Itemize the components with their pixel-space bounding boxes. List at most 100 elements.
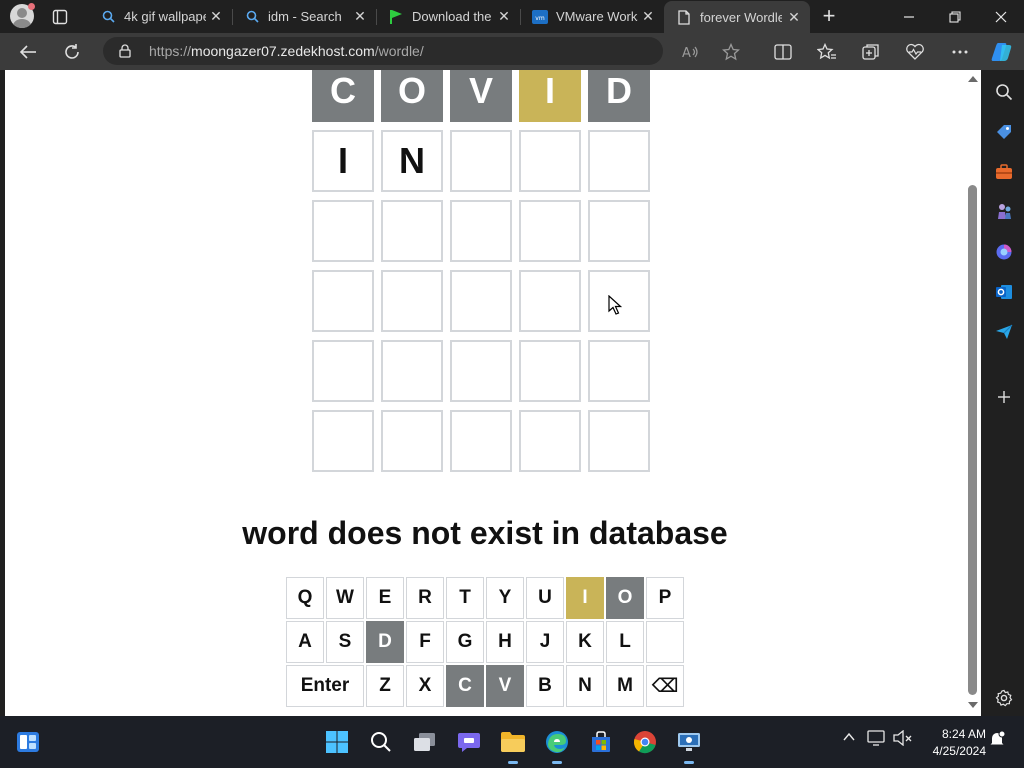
tab-forever-wordle[interactable]: forever Wordle ✕ (664, 1, 810, 34)
browser-essentials-button[interactable] (902, 39, 928, 65)
vmware-icon: vm (532, 9, 548, 25)
remote-app-button[interactable] (675, 728, 703, 764)
split-screen-icon (774, 44, 792, 60)
volume-button[interactable] (893, 729, 913, 749)
file-explorer-button[interactable] (499, 728, 527, 764)
tab-download[interactable]: Download the ✕ (376, 0, 520, 33)
lock-icon[interactable] (119, 44, 131, 63)
network-status-button[interactable] (867, 730, 887, 749)
key-q[interactable]: Q (286, 577, 324, 619)
key-e[interactable]: E (366, 577, 404, 619)
key-j[interactable]: J (526, 621, 564, 663)
sidebar-drop-button[interactable] (992, 320, 1016, 344)
key-w[interactable]: W (326, 577, 364, 619)
board-tile (519, 270, 581, 332)
tab-close-icon[interactable]: ✕ (786, 9, 802, 25)
key-h[interactable]: H (486, 621, 524, 663)
taskbar-clock[interactable]: 8:24 AM 4/25/2024 (922, 726, 986, 760)
key-r[interactable]: R (406, 577, 444, 619)
widgets-button[interactable] (14, 728, 42, 756)
key-b[interactable]: B (526, 665, 564, 707)
clock-date: 4/25/2024 (932, 744, 986, 758)
key-l[interactable]: L (606, 621, 644, 663)
key-t[interactable]: T (446, 577, 484, 619)
edge-browser-button[interactable] (543, 728, 571, 764)
key-c[interactable]: C (446, 665, 484, 707)
key-enter[interactable]: Enter (286, 665, 364, 707)
chrome-button[interactable] (631, 728, 659, 756)
start-button[interactable] (323, 728, 351, 756)
tab-close-icon[interactable]: ✕ (640, 8, 656, 24)
key-f[interactable]: F (406, 621, 444, 663)
url-path: /wordle/ (374, 43, 424, 59)
microsoft-store-button[interactable] (587, 728, 615, 756)
key-m[interactable]: M (606, 665, 644, 707)
key-d[interactable]: D (366, 621, 404, 663)
more-options-button[interactable] (947, 39, 973, 65)
page-viewport: COVIDIN word does not exist in database … (5, 70, 965, 716)
notifications-button[interactable] (988, 730, 1006, 751)
refresh-button[interactable] (59, 39, 85, 65)
scroll-up-arrow-icon[interactable] (968, 76, 978, 82)
restore-button[interactable] (932, 0, 978, 33)
board-tile (381, 270, 443, 332)
key-a[interactable]: A (286, 621, 324, 663)
favorites-icon (817, 43, 836, 60)
sidebar-settings-button[interactable] (992, 686, 1016, 710)
tab-close-icon[interactable]: ✕ (208, 8, 224, 24)
tab-actions-button[interactable] (48, 6, 72, 28)
favorites-button[interactable] (814, 39, 840, 65)
key-backspace[interactable]: ⌫ (646, 665, 684, 707)
key-z[interactable]: Z (366, 665, 404, 707)
sidebar-add-button[interactable] (992, 385, 1016, 409)
key-x[interactable]: X (406, 665, 444, 707)
page-scrollbar[interactable] (965, 70, 981, 716)
edge-sidebar (984, 70, 1024, 716)
refresh-icon (65, 44, 79, 59)
search-button[interactable] (367, 728, 395, 756)
new-tab-button[interactable]: + (818, 5, 840, 27)
board-tile (450, 130, 512, 192)
chevron-up-icon (843, 732, 855, 741)
key-o[interactable]: O (606, 577, 644, 619)
tab-label: Download the (412, 9, 492, 24)
key-k[interactable]: K (566, 621, 604, 663)
sidebar-shopping-button[interactable] (992, 120, 1016, 144)
favorite-star-button[interactable] (718, 39, 744, 65)
sidebar-search-button[interactable] (992, 80, 1016, 104)
key-p[interactable]: P (646, 577, 684, 619)
key-v[interactable]: V (486, 665, 524, 707)
back-button[interactable] (15, 39, 41, 65)
read-aloud-icon: A (682, 46, 698, 60)
scrollbar-thumb[interactable] (968, 185, 977, 695)
tab-label: VMware Works (556, 9, 638, 24)
split-screen-button[interactable] (770, 39, 796, 65)
key-s[interactable]: S (326, 621, 364, 663)
key-i[interactable]: I (566, 577, 604, 619)
address-bar[interactable]: https://moongazer07.zedekhost.com/wordle… (103, 37, 663, 65)
teams-chat-button[interactable] (455, 728, 483, 756)
gear-icon (995, 689, 1013, 707)
board-tile (381, 340, 443, 402)
sidebar-tools-button[interactable] (992, 160, 1016, 184)
tab-4k-gif-wallpaper[interactable]: 4k gif wallpape ✕ (88, 0, 232, 33)
minimize-button[interactable] (886, 0, 932, 33)
collections-button[interactable] (858, 39, 884, 65)
tab-close-icon[interactable]: ✕ (352, 8, 368, 24)
sidebar-copilot-button[interactable] (992, 240, 1016, 264)
key-y[interactable]: Y (486, 577, 524, 619)
read-aloud-button[interactable]: A (678, 39, 704, 65)
key-g[interactable]: G (446, 621, 484, 663)
copilot-button[interactable] (989, 39, 1015, 65)
tab-close-icon[interactable]: ✕ (496, 8, 512, 24)
scroll-down-arrow-icon[interactable] (968, 702, 978, 708)
task-view-button[interactable] (411, 728, 439, 756)
tab-idm-search[interactable]: idm - Search ✕ (232, 0, 376, 33)
sidebar-games-button[interactable] (992, 200, 1016, 224)
key-u[interactable]: U (526, 577, 564, 619)
key-n[interactable]: N (566, 665, 604, 707)
tab-vmware[interactable]: vm VMware Works ✕ (520, 0, 664, 33)
show-hidden-icons-button[interactable] (842, 730, 856, 747)
close-window-button[interactable] (978, 0, 1024, 33)
sidebar-outlook-button[interactable] (992, 280, 1016, 304)
